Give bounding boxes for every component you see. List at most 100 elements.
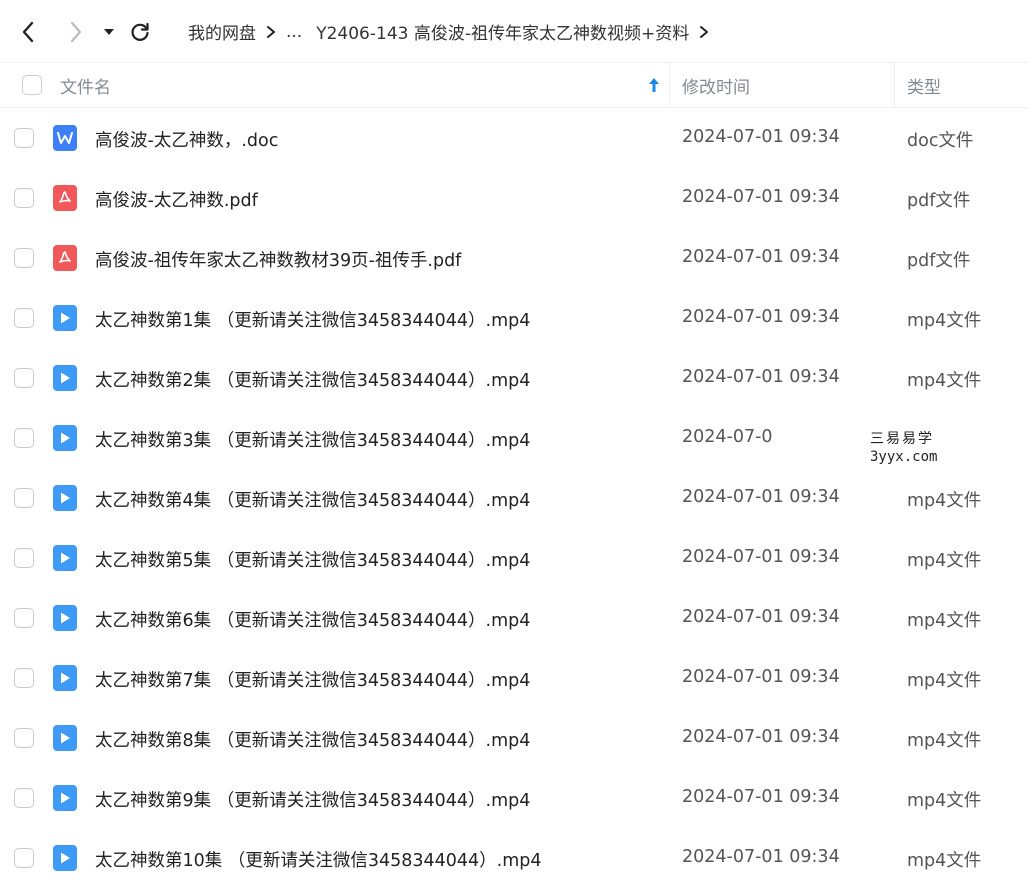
file-modified-time: 2024-07-01 09:34 <box>682 367 840 387</box>
file-type: mp4文件 <box>907 851 982 871</box>
sort-arrow-up-icon[interactable] <box>648 63 660 107</box>
toolbar: 我的网盘 ... Y2406-143 高俊波-祖传年家太乙神数视频+资料 <box>0 0 1029 62</box>
select-all-checkbox[interactable] <box>22 75 42 95</box>
history-dropdown-button[interactable] <box>97 18 121 46</box>
back-button[interactable] <box>14 18 42 46</box>
video-file-icon <box>53 725 77 751</box>
breadcrumb-ellipsis[interactable]: ... <box>286 22 302 42</box>
word-file-icon <box>53 125 77 151</box>
file-name[interactable]: 太乙神数第2集 （更新请关注微信3458344044）.mp4 <box>95 367 530 392</box>
table-row[interactable]: 太乙神数第5集 （更新请关注微信3458344044）.mp4 2024-07-0… <box>0 528 1029 588</box>
forward-button[interactable] <box>62 18 90 46</box>
pdf-file-icon <box>53 245 77 271</box>
file-modified-time: 2024-07-01 09:34 <box>682 787 840 807</box>
table-row[interactable]: 高俊波-太乙神数，.doc 2024-07-01 09:34 doc文件 <box>0 108 1029 168</box>
file-name[interactable]: 太乙神数第4集 （更新请关注微信3458344044）.mp4 <box>95 487 530 512</box>
file-type: mp4文件 <box>907 671 982 691</box>
file-name[interactable]: 太乙神数第5集 （更新请关注微信3458344044）.mp4 <box>95 547 530 572</box>
row-checkbox[interactable] <box>14 608 34 628</box>
refresh-button[interactable] <box>126 18 154 46</box>
file-name[interactable]: 太乙神数第3集 （更新请关注微信3458344044）.mp4 <box>95 427 530 452</box>
row-checkbox[interactable] <box>14 428 34 448</box>
row-checkbox[interactable] <box>14 548 34 568</box>
file-modified-time: 2024-07-01 09:34 <box>682 727 840 747</box>
table-row[interactable]: 高俊波-太乙神数.pdf 2024-07-01 09:34 pdf文件 <box>0 168 1029 228</box>
breadcrumb-current[interactable]: Y2406-143 高俊波-祖传年家太乙神数视频+资料 <box>316 19 689 44</box>
column-header-type[interactable]: 类型 <box>907 63 941 107</box>
video-file-icon <box>53 305 77 331</box>
video-file-icon <box>53 605 77 631</box>
file-type: mp4文件 <box>907 371 982 391</box>
file-name[interactable]: 高俊波-太乙神数，.doc <box>95 127 278 152</box>
breadcrumb-root[interactable]: 我的网盘 <box>188 19 256 44</box>
file-modified-time: 2024-07-01 09:34 <box>682 847 840 867</box>
table-row[interactable]: 太乙神数第10集 （更新请关注微信3458344044）.mp4 2024-07-… <box>0 828 1029 888</box>
file-name[interactable]: 太乙神数第6集 （更新请关注微信3458344044）.mp4 <box>95 607 530 632</box>
table-row[interactable]: 太乙神数第4集 （更新请关注微信3458344044）.mp4 2024-07-0… <box>0 468 1029 528</box>
file-modified-time: 2024-07-01 09:34 <box>682 607 840 627</box>
video-file-icon <box>53 425 77 451</box>
file-type: pdf文件 <box>907 191 971 211</box>
file-modified-time: 2024-07-01 09:34 <box>682 187 840 207</box>
file-name[interactable]: 太乙神数第8集 （更新请关注微信3458344044）.mp4 <box>95 727 530 752</box>
row-checkbox[interactable] <box>14 308 34 328</box>
video-file-icon <box>53 545 77 571</box>
table-row[interactable]: 太乙神数第9集 （更新请关注微信3458344044）.mp4 2024-07-0… <box>0 768 1029 828</box>
file-type: mp4文件 <box>907 491 982 511</box>
file-name[interactable]: 高俊波-祖传年家太乙神数教材39页-祖传手.pdf <box>95 247 461 272</box>
row-checkbox[interactable] <box>14 668 34 688</box>
file-name[interactable]: 太乙神数第7集 （更新请关注微信3458344044）.mp4 <box>95 667 530 692</box>
refresh-icon <box>131 22 149 41</box>
column-divider[interactable] <box>894 63 895 107</box>
row-checkbox[interactable] <box>14 488 34 508</box>
table-row[interactable]: 太乙神数第7集 （更新请关注微信3458344044）.mp4 2024-07-0… <box>0 648 1029 708</box>
file-name[interactable]: 高俊波-太乙神数.pdf <box>95 187 258 212</box>
video-file-icon <box>53 485 77 511</box>
row-checkbox[interactable] <box>14 788 34 808</box>
file-type: pdf文件 <box>907 251 971 271</box>
file-type: mp4文件 <box>907 611 982 631</box>
file-type: mp4文件 <box>907 731 982 751</box>
row-checkbox[interactable] <box>14 728 34 748</box>
file-name[interactable]: 太乙神数第10集 （更新请关注微信3458344044）.mp4 <box>95 847 542 872</box>
file-modified-time: 2024-07-01 09:34 <box>682 307 840 327</box>
pdf-file-icon <box>53 185 77 211</box>
chevron-left-icon <box>22 21 34 43</box>
table-row[interactable]: 太乙神数第8集 （更新请关注微信3458344044）.mp4 2024-07-0… <box>0 708 1029 768</box>
file-modified-time: 2024-07-01 09:34 <box>682 127 840 147</box>
video-file-icon <box>53 845 77 871</box>
column-header-name[interactable]: 文件名 <box>60 63 111 107</box>
watermark: 三易易学 3yyx.com <box>774 424 937 470</box>
file-modified-time: 2024-07-01 09:34 <box>682 667 840 687</box>
row-checkbox[interactable] <box>14 128 34 148</box>
table-row[interactable]: 太乙神数第1集 （更新请关注微信3458344044）.mp4 2024-07-0… <box>0 288 1029 348</box>
video-file-icon <box>53 785 77 811</box>
file-name[interactable]: 太乙神数第1集 （更新请关注微信3458344044）.mp4 <box>95 307 530 332</box>
breadcrumb: 我的网盘 ... Y2406-143 高俊波-祖传年家太乙神数视频+资料 <box>188 19 719 44</box>
column-divider[interactable] <box>669 63 670 107</box>
row-checkbox[interactable] <box>14 848 34 868</box>
table-row[interactable]: 高俊波-祖传年家太乙神数教材39页-祖传手.pdf 2024-07-01 09:3… <box>0 228 1029 288</box>
column-header-time[interactable]: 修改时间 <box>682 63 750 107</box>
chevron-right-icon <box>266 25 276 39</box>
file-modified-time: 2024-07-01 09:34 <box>682 247 840 267</box>
file-list-header: 文件名 修改时间 类型 <box>0 62 1029 108</box>
table-row[interactable]: 太乙神数第6集 （更新请关注微信3458344044）.mp4 2024-07-0… <box>0 588 1029 648</box>
file-list: 高俊波-太乙神数，.doc 2024-07-01 09:34 doc文件 高俊波-太乙… <box>0 108 1029 888</box>
file-modified-time: 2024-07-0 <box>682 427 773 447</box>
chevron-right-icon <box>699 25 709 39</box>
file-modified-time: 2024-07-01 09:34 <box>682 547 840 567</box>
row-checkbox[interactable] <box>14 248 34 268</box>
file-type: mp4文件 <box>907 311 982 331</box>
file-type: mp4文件 <box>907 791 982 811</box>
row-checkbox[interactable] <box>14 368 34 388</box>
chevron-right-icon <box>70 21 82 43</box>
row-checkbox[interactable] <box>14 188 34 208</box>
select-all-cell <box>22 63 42 107</box>
file-type: mp4文件 <box>907 551 982 571</box>
watermark-text: 三易易学 <box>870 431 934 447</box>
table-row[interactable]: 太乙神数第2集 （更新请关注微信3458344044）.mp4 2024-07-0… <box>0 348 1029 408</box>
video-file-icon <box>53 665 77 691</box>
file-name[interactable]: 太乙神数第9集 （更新请关注微信3458344044）.mp4 <box>95 787 530 812</box>
watermark-url: 3yyx.com <box>870 449 938 465</box>
